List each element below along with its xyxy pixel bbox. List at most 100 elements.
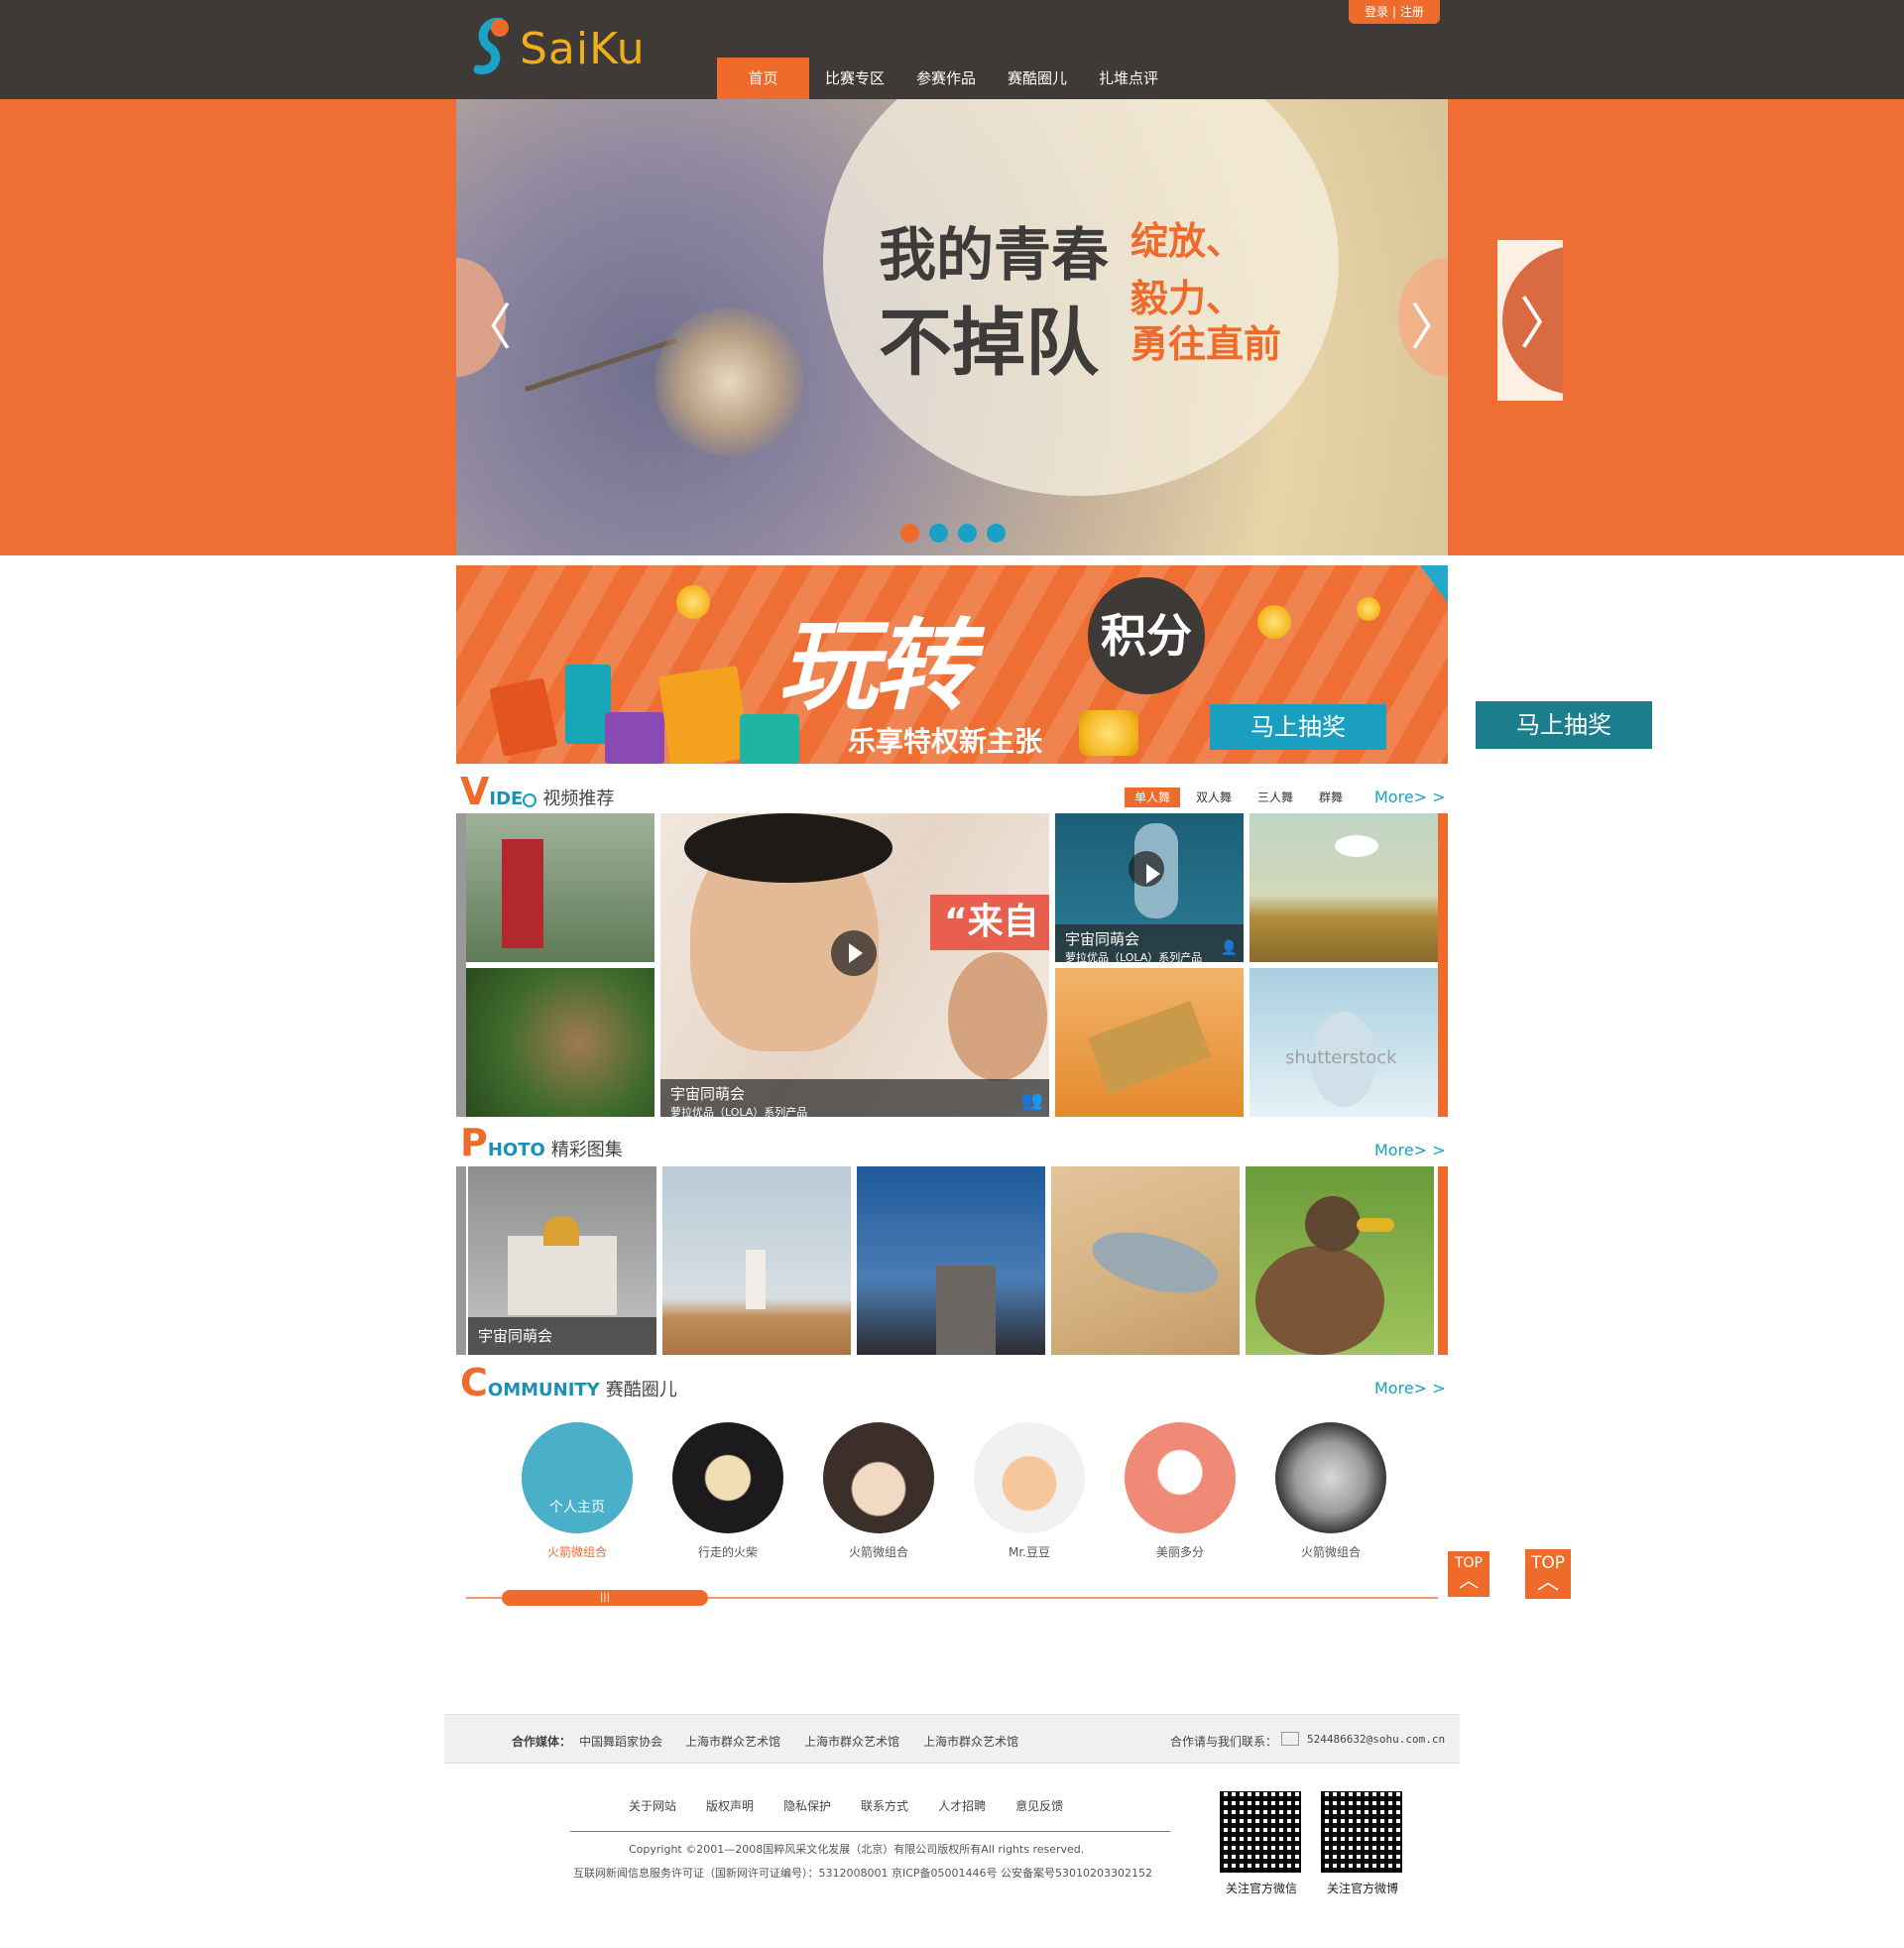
side-lottery-button[interactable]: 马上抽奖 <box>1476 701 1652 749</box>
partner-link[interactable]: 中国舞蹈家协会 <box>579 1733 662 1750</box>
contact-email[interactable]: 524486632@sohu.com.cn <box>1307 1733 1445 1746</box>
avatar[interactable] <box>1125 1422 1236 1533</box>
duck-body-image <box>1255 1246 1384 1355</box>
footer-link-jobs[interactable]: 人才招聘 <box>938 1797 986 1814</box>
partner-link[interactable]: 上海市群众艺术馆 <box>804 1733 899 1750</box>
hero-next-button[interactable]: 〉 <box>1398 258 1448 377</box>
member-name[interactable]: 火箭微组合 <box>823 1543 934 1560</box>
community-heading-rest: OMMUNITY <box>487 1380 600 1400</box>
photo-tile-city[interactable] <box>857 1166 1045 1355</box>
points-promo-banner[interactable]: 玩转 积分 乐享特权新主张 马上抽奖 <box>456 565 1448 764</box>
dome-image <box>543 1216 579 1246</box>
footer-link-copyright[interactable]: 版权声明 <box>706 1797 754 1814</box>
video-prev-edge[interactable] <box>456 813 466 1117</box>
photo-tile-cathedral[interactable]: 宇宙同萌会 <box>468 1166 656 1355</box>
video-tile-field[interactable] <box>1250 813 1438 962</box>
footer-link-feedback[interactable]: 意见反馈 <box>1015 1797 1063 1814</box>
slider-dot-1[interactable] <box>900 524 919 543</box>
login-register-button[interactable]: 登录 | 注册 <box>1349 0 1440 24</box>
video-tile-robot[interactable]: 宇宙同萌会 萝拉优品（LOLA）系列产品 👤 <box>1055 813 1244 962</box>
video-tile-snail[interactable] <box>466 968 654 1117</box>
play-icon[interactable] <box>831 930 877 976</box>
footer-link-about[interactable]: 关于网站 <box>629 1797 676 1814</box>
back-to-top-button[interactable]: TOP ︿ <box>1448 1551 1489 1597</box>
tab-solo[interactable]: 单人舞 <box>1125 788 1181 807</box>
side-next-arrow[interactable]: 〉 <box>1497 240 1563 401</box>
member-list: 个人主页 火箭微组合 行走的火柴 火箭微组合 Mr.豆豆 美丽多分 火箭微组合 <box>522 1422 1386 1560</box>
slider-dot-3[interactable] <box>958 524 977 543</box>
member-item[interactable]: 行走的火柴 <box>672 1422 783 1560</box>
footer-links: 关于网站 版权声明 隐私保护 联系方式 人才招聘 意见反馈 <box>629 1797 1063 1814</box>
footer-link-privacy[interactable]: 隐私保护 <box>783 1797 831 1814</box>
tab-trio[interactable]: 三人舞 <box>1248 788 1303 807</box>
member-item[interactable]: 美丽多分 <box>1125 1422 1236 1560</box>
member-item[interactable]: 个人主页 火箭微组合 <box>522 1422 633 1560</box>
video-tile-book[interactable] <box>1055 968 1244 1117</box>
member-item[interactable]: 火箭微组合 <box>823 1422 934 1560</box>
avatar[interactable] <box>974 1422 1085 1533</box>
back-to-top-button-large[interactable]: TOP ︿ <box>1525 1549 1571 1599</box>
partner-link[interactable]: 上海市群众艺术馆 <box>923 1733 1018 1750</box>
slider-dot-2[interactable] <box>929 524 948 543</box>
nav-home[interactable]: 首页 <box>717 58 809 99</box>
footer-link-contact[interactable]: 联系方式 <box>861 1797 908 1814</box>
hero-prev-button[interactable]: 〈 <box>456 258 512 377</box>
video-tile-face[interactable]: shutterstock <box>1250 968 1438 1117</box>
member-item[interactable]: Mr.豆豆 <box>974 1422 1085 1560</box>
license-text: 互联网新闻信息服务许可证（国新网许可证编号）：5312008001 京ICP备0… <box>573 1867 1153 1880</box>
slider-dot-4[interactable] <box>987 524 1006 543</box>
member-name[interactable]: 火箭微组合 <box>522 1543 633 1560</box>
avatar[interactable]: 个人主页 <box>522 1422 633 1533</box>
nav-entries[interactable]: 参赛作品 <box>900 58 992 99</box>
weibo-qr-icon[interactable] <box>1321 1791 1402 1873</box>
member-name[interactable]: Mr.豆豆 <box>974 1543 1085 1560</box>
copyright-text: Copyright ©2001—2008国粹风采文化发展（北京）有限公司版权所有… <box>629 1843 1085 1856</box>
promo-title: 玩转 <box>778 608 973 724</box>
hero-slider[interactable]: 我的青春 不掉队 绽放、 毅力、 勇往直前 〈 〉 <box>456 99 1448 555</box>
coin-icon <box>1257 605 1291 639</box>
avatar[interactable] <box>672 1422 783 1533</box>
watermark-text: shutterstock <box>1285 1047 1397 1068</box>
nav-reviews[interactable]: 扎堆点评 <box>1083 58 1174 99</box>
photo-more-link[interactable]: More> > <box>1374 1141 1446 1159</box>
photo-next-edge[interactable] <box>1438 1166 1448 1355</box>
fish-image <box>1086 1221 1225 1304</box>
avatar[interactable] <box>823 1422 934 1533</box>
member-item[interactable]: 火箭微组合 <box>1275 1422 1386 1560</box>
member-name[interactable]: 美丽多分 <box>1125 1543 1236 1560</box>
saiku-logo[interactable]: SaiKu <box>472 17 660 77</box>
video-tile-phonebooth[interactable] <box>466 813 654 962</box>
wechat-qr-label: 关注官方微信 <box>1225 1882 1297 1895</box>
wechat-qr-icon[interactable] <box>1220 1791 1301 1873</box>
hero-side-1: 绽放、 <box>1130 219 1245 263</box>
partners-label: 合作媒体： <box>512 1735 572 1749</box>
community-more-link[interactable]: More> > <box>1374 1379 1446 1398</box>
tab-group[interactable]: 群舞 <box>1309 788 1353 807</box>
coin-stack-icon <box>1079 710 1138 756</box>
video-next-edge[interactable] <box>1438 813 1448 1117</box>
chevron-left-icon: 〈 <box>462 299 512 356</box>
play-icon[interactable] <box>1129 851 1164 887</box>
lottery-button[interactable]: 马上抽奖 <box>1210 704 1386 750</box>
member-name[interactable]: 行走的火柴 <box>672 1543 783 1560</box>
video-more-link[interactable]: More> > <box>1374 788 1446 806</box>
photo-tile-duck[interactable] <box>1246 1166 1434 1355</box>
video-tile-featured[interactable]: “来自 宇宙同萌会 萝拉优品（LOLA）系列产品 👥 <box>660 813 1049 1117</box>
logo-mark-icon <box>473 17 509 75</box>
nav-competition[interactable]: 比赛专区 <box>809 58 900 99</box>
photo-tile-desert[interactable] <box>662 1166 851 1355</box>
hero-title-line2: 不掉队 <box>879 301 1099 386</box>
community-scroll-thumb[interactable]: ||| <box>502 1590 708 1606</box>
member-name[interactable]: 火箭微组合 <box>1275 1543 1386 1560</box>
photo-tile-fish[interactable] <box>1051 1166 1240 1355</box>
photo-heading-cn: 精彩图集 <box>550 1140 623 1160</box>
photo-prev-edge[interactable] <box>456 1166 466 1355</box>
avatar[interactable] <box>1275 1422 1386 1533</box>
person-image <box>746 1250 766 1309</box>
nav-community[interactable]: 赛酷圈儿 <box>992 58 1083 99</box>
partner-link[interactable]: 上海市群众艺术馆 <box>685 1733 780 1750</box>
weibo-qr-label: 关注官方微博 <box>1326 1882 1398 1895</box>
star-icon <box>489 676 558 758</box>
profile-overlay[interactable]: 个人主页 <box>522 1422 633 1533</box>
tab-duet[interactable]: 双人舞 <box>1186 788 1242 807</box>
